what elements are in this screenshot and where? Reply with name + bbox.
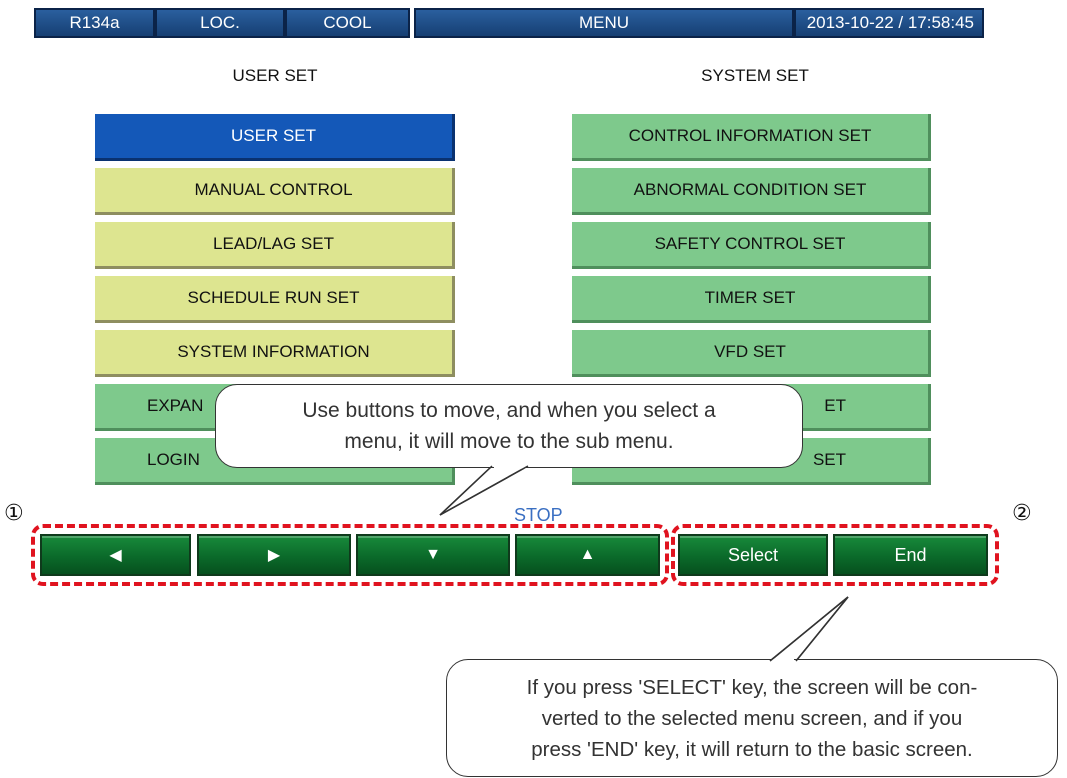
marker-two: ② — [1012, 500, 1032, 525]
marker-one: ① — [4, 500, 24, 525]
screen-title: MENU — [414, 8, 794, 38]
menu-system-information[interactable]: SYSTEM INFORMATION — [95, 330, 455, 377]
menu-lead-lag-set[interactable]: LEAD/LAG SET — [95, 222, 455, 269]
nav-callout: Use buttons to move, and when you select… — [215, 384, 803, 468]
select-end-highlight — [671, 524, 999, 586]
menu-schedule-run-set[interactable]: SCHEDULE RUN SET — [95, 276, 455, 323]
location-label: LOC. — [155, 8, 285, 38]
nav-callout-line-2: menu, it will move to the sub menu. — [344, 430, 674, 453]
menu-vfd-set[interactable]: VFD SET — [572, 330, 931, 377]
mode-label: COOL — [285, 8, 410, 38]
refrigerant-label: R134a — [34, 8, 155, 38]
select-callout-line-3: press 'END' key, it will return to the b… — [531, 737, 973, 761]
user-set-title: USER SET — [232, 66, 318, 85]
menu-safety-control-set[interactable]: SAFETY CONTROL SET — [572, 222, 931, 269]
status-text: STOP — [514, 505, 563, 525]
nav-callout-line-1: Use buttons to move, and when you select… — [302, 399, 716, 422]
menu-control-information-set[interactable]: CONTROL INFORMATION SET — [572, 114, 931, 161]
select-callout: If you press 'SELECT' key, the screen wi… — [446, 659, 1058, 777]
menu-manual-control[interactable]: MANUAL CONTROL — [95, 168, 455, 215]
arrow-keys-highlight — [31, 524, 669, 586]
select-callout-line-2: verted to the selected menu screen, and … — [541, 706, 963, 730]
menu-timer-set[interactable]: TIMER SET — [572, 276, 931, 323]
datetime-label: 2013-10-22 / 17:58:45 — [794, 8, 984, 38]
select-callout-line-1: If you press 'SELECT' key, the screen wi… — [526, 675, 978, 699]
menu-user-set[interactable]: USER SET — [95, 114, 455, 161]
system-set-title: SYSTEM SET — [701, 66, 809, 85]
menu-abnormal-condition-set[interactable]: ABNORMAL CONDITION SET — [572, 168, 931, 215]
